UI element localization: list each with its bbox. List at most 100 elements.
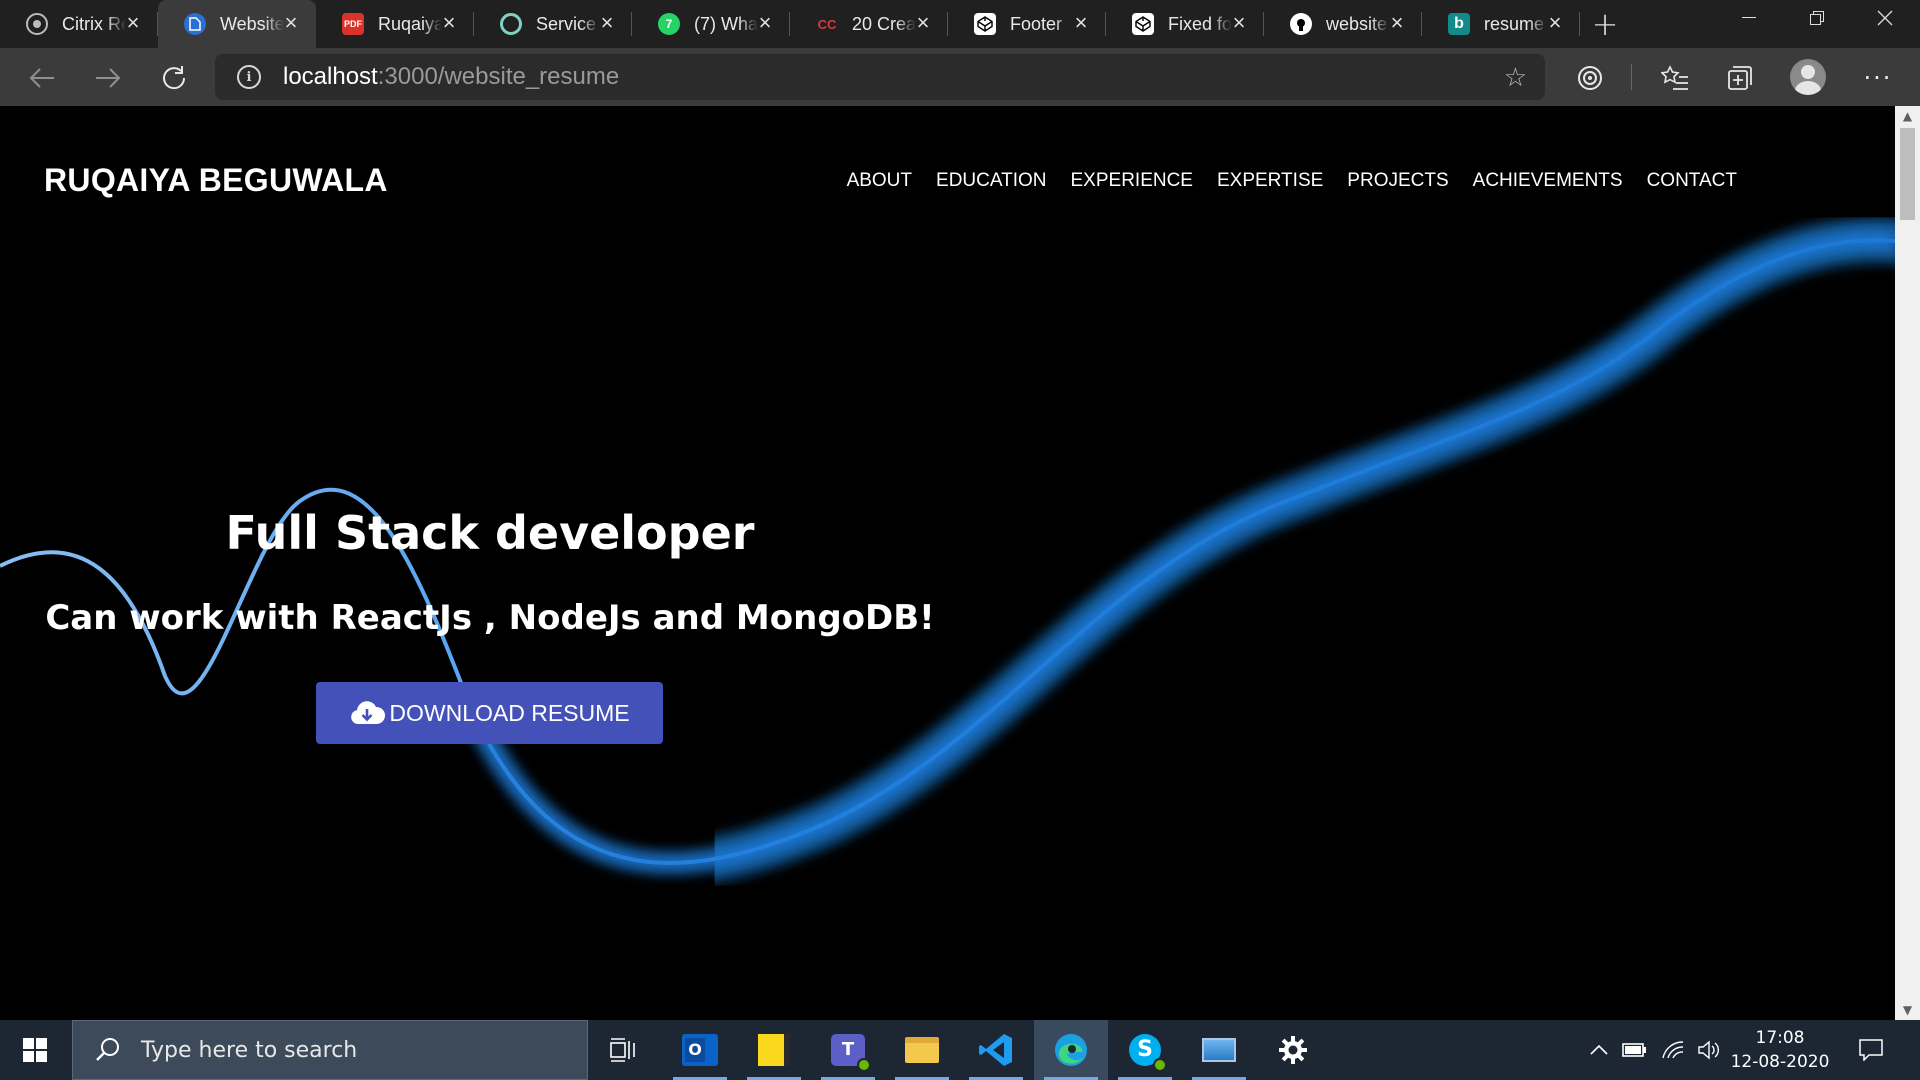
windows-logo-icon — [23, 1038, 47, 1062]
taskbar-teams[interactable]: T — [811, 1020, 885, 1080]
speaker-icon — [1698, 1040, 1719, 1060]
vertical-scrollbar[interactable]: ▲ ▼ — [1895, 106, 1920, 1020]
search-placeholder: Type here to search — [141, 1037, 358, 1063]
back-arrow-icon — [29, 68, 54, 88]
taskbar-vscode[interactable] — [959, 1020, 1033, 1080]
restore-button[interactable] — [1783, 0, 1851, 36]
favorites-button[interactable] — [1655, 58, 1695, 98]
close-tab-icon[interactable]: × — [912, 12, 934, 34]
bing-icon: b — [1448, 13, 1470, 35]
site-info-icon[interactable]: i — [237, 65, 261, 89]
close-tab-icon[interactable]: × — [1070, 12, 1092, 34]
network-tray[interactable] — [1656, 1020, 1690, 1080]
more-options-button[interactable]: ··· — [1858, 58, 1898, 98]
tab-title: Footer — [1010, 13, 1063, 34]
close-tab-icon[interactable]: × — [1386, 12, 1408, 34]
volume-tray[interactable] — [1692, 1020, 1726, 1080]
tab-title: Citrix Re — [62, 13, 126, 34]
profile-avatar[interactable] — [1790, 59, 1826, 95]
show-hidden-icons[interactable] — [1585, 1020, 1613, 1080]
close-tab-icon[interactable]: × — [1228, 12, 1250, 34]
nav-about[interactable]: ABOUT — [847, 170, 912, 192]
tab-divider — [1579, 12, 1580, 36]
task-view-icon — [610, 1038, 635, 1062]
taskbar-edge[interactable] — [1034, 1020, 1108, 1080]
new-tab-button[interactable]: + — [1580, 0, 1630, 48]
site-nav: ABOUT EDUCATION EXPERIENCE EXPERTISE PRO… — [823, 170, 1737, 192]
nav-expertise[interactable]: EXPERTISE — [1217, 170, 1323, 192]
refresh-button[interactable] — [154, 58, 194, 98]
tracking-prevention-button[interactable] — [1570, 58, 1610, 98]
close-tab-icon[interactable]: × — [122, 12, 144, 34]
taskbar-skype[interactable]: S — [1108, 1020, 1182, 1080]
tab-bing[interactable]: b resume × — [1422, 0, 1580, 48]
taskbar-desktop[interactable] — [1182, 1020, 1256, 1080]
url-path: :3000/website_resume — [377, 63, 620, 90]
web-page: RUQAIYA BEGUWALA ABOUT EDUCATION EXPERIE… — [0, 106, 1895, 1020]
taskbar-file-explorer[interactable] — [885, 1020, 959, 1080]
taskbar-clock[interactable]: 17:08 12-08-2020 — [1725, 1026, 1835, 1074]
document-icon — [184, 13, 206, 35]
tab-pdf[interactable]: PDF Ruqaiya × — [316, 0, 474, 48]
scroll-thumb[interactable] — [1900, 128, 1915, 220]
tab-title: Fixed fo — [1168, 13, 1232, 34]
close-tab-icon[interactable]: × — [754, 12, 776, 34]
tab-title: Service — [536, 13, 597, 34]
forward-button[interactable] — [88, 58, 128, 98]
nav-experience[interactable]: EXPERIENCE — [1071, 170, 1193, 192]
taskbar-search[interactable]: Type here to search — [72, 1020, 588, 1080]
tab-title: Website — [220, 13, 284, 34]
task-view-button[interactable] — [586, 1020, 660, 1080]
cc-icon: CC — [817, 16, 837, 32]
clock-time: 17:08 — [1755, 1028, 1805, 1048]
battery-icon — [1622, 1043, 1646, 1057]
edge-icon — [1055, 1034, 1087, 1066]
citrix-icon — [26, 13, 48, 35]
nav-education[interactable]: EDUCATION — [936, 170, 1046, 192]
download-resume-label: DOWNLOAD RESUME — [389, 699, 630, 726]
minimize-button[interactable] — [1715, 0, 1783, 36]
pdf-icon: PDF — [342, 13, 364, 35]
close-tab-icon[interactable]: × — [1544, 12, 1566, 34]
tracking-icon — [1578, 66, 1602, 90]
tab-title: Ruqaiya — [378, 13, 442, 34]
tab-title: 20 Crea — [852, 13, 916, 34]
notifications-button[interactable] — [1848, 1020, 1894, 1080]
download-resume-button[interactable]: DOWNLOAD RESUME — [316, 682, 663, 744]
hero-subtitle: Can work with ReactJs , NodeJs and Mongo… — [45, 598, 935, 638]
tab-whatsapp[interactable]: 7 (7) Wha × — [632, 0, 790, 48]
battery-tray[interactable] — [1618, 1020, 1652, 1080]
nav-projects[interactable]: PROJECTS — [1347, 170, 1448, 192]
scroll-down-arrow[interactable]: ▼ — [1895, 1000, 1920, 1020]
back-button[interactable] — [22, 58, 62, 98]
codepen-icon — [1132, 13, 1154, 35]
favorite-star-icon[interactable]: ☆ — [1504, 63, 1527, 93]
tab-github[interactable]: website × — [1264, 0, 1422, 48]
url-text[interactable]: localhost:3000/website_resume — [283, 63, 619, 91]
tab-service[interactable]: Service × — [474, 0, 632, 48]
address-bar[interactable]: i localhost:3000/website_resume ☆ — [215, 54, 1545, 100]
close-tab-icon[interactable]: × — [438, 12, 460, 34]
codepen-icon — [974, 13, 996, 35]
tab-citrix[interactable]: Citrix Re × — [0, 0, 158, 48]
site-brand[interactable]: RUQAIYA BEGUWALA — [44, 162, 388, 199]
teams-badge: T — [841, 1039, 855, 1060]
taskbar-sticky-notes[interactable] — [737, 1020, 811, 1080]
scroll-up-arrow[interactable]: ▲ — [1895, 106, 1920, 126]
close-tab-icon[interactable]: × — [280, 12, 302, 34]
taskbar-settings[interactable] — [1256, 1020, 1330, 1080]
close-tab-icon[interactable]: × — [596, 12, 618, 34]
start-button[interactable] — [0, 1020, 70, 1080]
tab-fixed[interactable]: Fixed fo × — [1106, 0, 1264, 48]
close-window-button[interactable] — [1851, 0, 1919, 36]
nav-contact[interactable]: CONTACT — [1647, 170, 1737, 192]
tab-cc[interactable]: CC 20 Crea × — [790, 0, 948, 48]
outlook-badge: O — [685, 1038, 705, 1062]
tab-website[interactable]: Website × — [158, 0, 316, 48]
favorites-list-icon — [1661, 65, 1688, 90]
tab-footer[interactable]: Footer × — [948, 0, 1106, 48]
github-icon — [1290, 13, 1312, 35]
nav-achievements[interactable]: ACHIEVEMENTS — [1473, 170, 1623, 192]
collections-button[interactable] — [1720, 58, 1760, 98]
taskbar-outlook[interactable]: O — [663, 1020, 737, 1080]
